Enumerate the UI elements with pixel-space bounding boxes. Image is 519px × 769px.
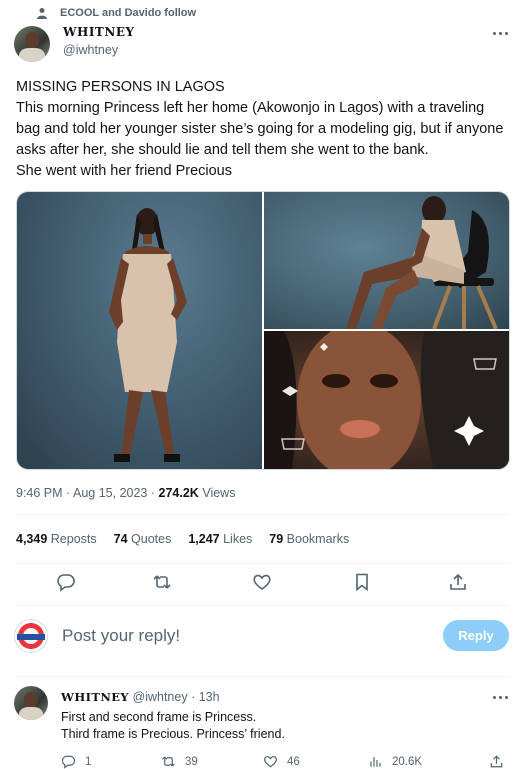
social-context[interactable]: ECOOL and Davido follow xyxy=(36,7,196,20)
author-name[interactable]: WHITNEY xyxy=(63,25,135,39)
tweet-line: She went with her friend Precious xyxy=(16,163,232,179)
tweet-line: This morning Princess left her home (Ako… xyxy=(16,100,504,158)
tweet-line: MISSING PERSONS IN LAGOS xyxy=(16,79,225,95)
media-grid xyxy=(16,191,510,470)
views-count: 274.2K xyxy=(158,486,199,500)
reply-reply-button[interactable]: 1 xyxy=(61,754,91,769)
stat-bookmarks[interactable]: 79 Bookmarks xyxy=(269,532,349,546)
tweet-timestamp[interactable]: 9:46 PM · Aug 15, 2023 · 274.2K Views xyxy=(16,486,235,500)
reply-text: First and second frame is Princess. Thir… xyxy=(61,710,285,741)
stat-likes[interactable]: 1,247 Likes xyxy=(188,532,252,546)
social-context-text: ECOOL and Davido follow xyxy=(60,7,197,19)
photo-1[interactable] xyxy=(17,192,262,469)
tweet-text: MISSING PERSONS IN LAGOS This morning Pr… xyxy=(16,77,510,182)
stat-quotes[interactable]: 74 Quotes xyxy=(114,532,172,546)
reply-input[interactable]: Post your reply! xyxy=(62,626,180,646)
like-icon[interactable] xyxy=(252,572,272,592)
share-icon[interactable] xyxy=(448,572,468,592)
views-icon xyxy=(370,757,381,767)
reply-author-name[interactable]: WHITNEY xyxy=(61,690,129,704)
repost-icon[interactable] xyxy=(152,572,172,592)
reply-share-button[interactable] xyxy=(489,754,504,769)
reply-time[interactable]: 13h xyxy=(199,690,220,704)
reply-author-avatar[interactable] xyxy=(14,686,48,720)
views-label: Views xyxy=(202,486,236,500)
repost-icon xyxy=(162,756,175,767)
reply-button[interactable]: Reply xyxy=(443,620,509,651)
stat-reposts[interactable]: 4,349 Reposts xyxy=(16,532,97,546)
photo-3[interactable] xyxy=(264,331,509,469)
person-icon xyxy=(37,8,47,19)
share-icon xyxy=(490,755,503,768)
reply-actions: 1 39 46 20.6K xyxy=(61,754,509,769)
author-handle[interactable]: @iwhtney xyxy=(63,43,118,57)
user-avatar[interactable] xyxy=(14,619,48,653)
tweet-actions xyxy=(16,572,510,596)
reply-like-button[interactable]: 46 xyxy=(263,754,300,769)
reply-header: WHITNEY @iwhtney · 13h xyxy=(61,690,220,704)
like-icon xyxy=(264,756,277,768)
reply-views-button[interactable]: 20.6K xyxy=(368,754,422,769)
reply-icon xyxy=(61,755,76,769)
author-avatar[interactable] xyxy=(14,26,50,62)
photo-2[interactable] xyxy=(264,192,509,329)
reply-author-handle[interactable]: @iwhtney xyxy=(133,690,188,704)
divider xyxy=(16,676,510,677)
reply-more-options-icon[interactable] xyxy=(493,694,509,700)
bookmark-icon[interactable] xyxy=(352,572,372,592)
engagement-stats: 4,349 Reposts 74 Quotes 1,247 Likes 79 B… xyxy=(16,532,366,546)
reply-icon[interactable] xyxy=(56,572,76,592)
divider xyxy=(16,563,510,564)
reply-repost-button[interactable]: 39 xyxy=(161,754,198,769)
divider xyxy=(16,605,510,606)
more-options-icon[interactable] xyxy=(493,30,509,36)
divider xyxy=(16,514,510,515)
